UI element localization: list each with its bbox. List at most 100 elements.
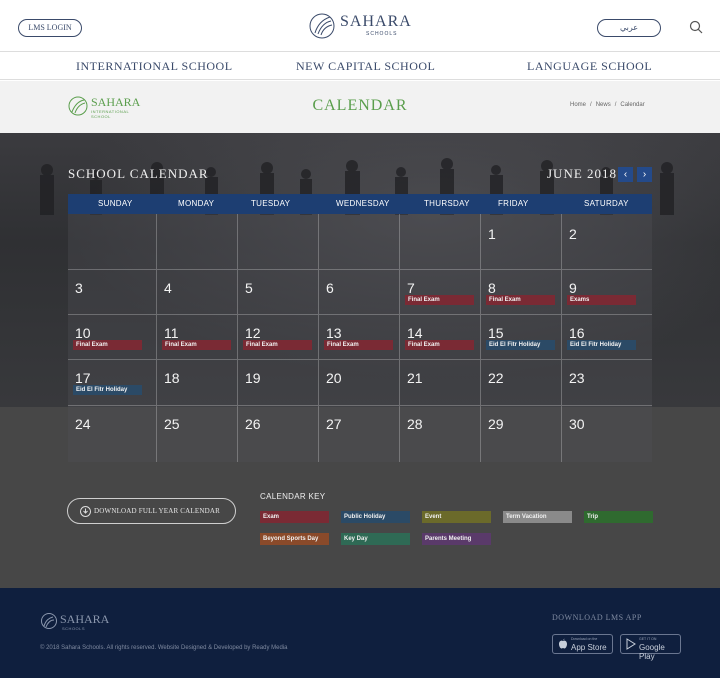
- calendar-day-cell[interactable]: 8 Final Exam: [481, 270, 562, 315]
- day-number: 19: [245, 370, 261, 386]
- calendar-day-cell[interactable]: 12 Final Exam: [238, 315, 319, 360]
- arabic-language-button[interactable]: عربي: [597, 19, 661, 37]
- calendar-day-cell[interactable]: 14 Final Exam: [400, 315, 481, 360]
- calendar-day-cell[interactable]: 21: [400, 360, 481, 406]
- weekday-sunday: SUNDAY: [98, 199, 133, 208]
- footer: SAHARA SCHOOLS © 2018 Sahara Schools. Al…: [0, 588, 720, 678]
- download-icon: [80, 506, 91, 517]
- calendar-day-cell[interactable]: 23: [562, 360, 652, 406]
- calendar-day-cell[interactable]: 13 Final Exam: [319, 315, 400, 360]
- calendar-day-cell[interactable]: 5: [238, 270, 319, 315]
- calendar-day-cell: [157, 214, 238, 270]
- calendar-day-cell[interactable]: 16 Eid El Fitr Holiday: [562, 315, 652, 360]
- top-header: LMS LOGIN SAHARA SCHOOLS عربي: [0, 0, 720, 52]
- calendar-day-cell[interactable]: 20: [319, 360, 400, 406]
- calendar-day-cell[interactable]: 22: [481, 360, 562, 406]
- exam-event[interactable]: Final Exam: [73, 340, 142, 350]
- day-number: 18: [164, 370, 180, 386]
- google-play-label: Google Play: [639, 643, 665, 661]
- day-number: 10: [75, 325, 91, 341]
- weekday-tuesday: TUESDAY: [251, 199, 291, 208]
- calendar-day-cell[interactable]: 6: [319, 270, 400, 315]
- nav-item-international-school[interactable]: INTERNATIONAL SCHOOL: [76, 59, 233, 74]
- download-full-year-calendar-button[interactable]: DOWNLOAD FULL YEAR CALENDAR: [67, 498, 236, 524]
- calendar-key-item: Key Day: [341, 533, 410, 545]
- nav-item-new-capital-school[interactable]: NEW CAPITAL SCHOOL: [296, 59, 435, 74]
- calendar-day-cell[interactable]: 15 Eid El Fitr Holiday: [481, 315, 562, 360]
- footer-logo-word: SAHARA: [60, 612, 110, 626]
- day-number: 9: [569, 280, 577, 296]
- search-icon[interactable]: [689, 20, 703, 34]
- calendar-grid: 1 2 3 4 5 6 7 Final Exam 8 Final Exam 9 Exams 10 Fina…: [68, 214, 652, 462]
- public-holiday-event[interactable]: Eid El Fitr Holiday: [567, 340, 636, 350]
- calendar-day-cell: [400, 214, 481, 270]
- day-number: 8: [488, 280, 496, 296]
- calendar-day-cell[interactable]: 26: [238, 406, 319, 462]
- lms-login-button[interactable]: LMS LOGIN: [18, 19, 82, 37]
- logo-sub: SCHOOLS: [366, 31, 398, 37]
- day-number: 4: [164, 280, 172, 296]
- exam-event[interactable]: Final Exam: [324, 340, 393, 350]
- calendar-key-heading: CALENDAR KEY: [260, 492, 326, 501]
- exam-event[interactable]: Final Exam: [405, 295, 474, 305]
- exam-event[interactable]: Final Exam: [405, 340, 474, 350]
- footer-logo[interactable]: SAHARA SCHOOLS: [40, 612, 120, 634]
- weekday-header: SUNDAY MONDAY TUESDAY WEDNESDAY THURSDAY…: [68, 194, 652, 214]
- prev-month-button[interactable]: ‹: [618, 167, 633, 182]
- day-number: 17: [75, 370, 91, 386]
- footer-logo-sub: SCHOOLS: [62, 626, 86, 631]
- calendar-day-cell[interactable]: 18: [157, 360, 238, 406]
- calendar-day-cell[interactable]: 24: [68, 406, 157, 462]
- google-play-badge[interactable]: GET IT ON Google Play: [620, 634, 681, 661]
- download-button-label: DOWNLOAD FULL YEAR CALENDAR: [94, 507, 221, 515]
- calendar-day-cell[interactable]: 2: [562, 214, 652, 270]
- day-number: 29: [488, 416, 504, 432]
- exam-event[interactable]: Final Exam: [243, 340, 312, 350]
- calendar-day-cell[interactable]: 25: [157, 406, 238, 462]
- calendar-key-item: Trip: [584, 511, 653, 523]
- next-month-button[interactable]: ›: [637, 167, 652, 182]
- calendar-day-cell: [238, 214, 319, 270]
- calendar-day-cell[interactable]: 10 Final Exam: [68, 315, 157, 360]
- nav-item-language-school[interactable]: LANGUAGE SCHOOL: [527, 59, 652, 74]
- calendar-day-cell[interactable]: 29: [481, 406, 562, 462]
- day-number: 1: [488, 226, 496, 242]
- public-holiday-event[interactable]: Eid El Fitr Holiday: [486, 340, 555, 350]
- calendar-day-cell[interactable]: 27: [319, 406, 400, 462]
- exam-event[interactable]: Final Exam: [162, 340, 231, 350]
- page-title-band: SAHARA INTERNATIONAL SCHOOL CALENDAR Hom…: [0, 81, 720, 133]
- exam-event[interactable]: Final Exam: [486, 295, 555, 305]
- calendar-day-cell[interactable]: 4: [157, 270, 238, 315]
- footer-logo-icon: [41, 613, 57, 629]
- calendar-day-cell[interactable]: 1: [481, 214, 562, 270]
- calendar-day-cell[interactable]: 11 Final Exam: [157, 315, 238, 360]
- calendar-day-cell[interactable]: 17 Eid El Fitr Holiday: [68, 360, 157, 406]
- copyright-text: © 2018 Sahara Schools. All rights reserv…: [40, 645, 288, 651]
- day-number: 5: [245, 280, 253, 296]
- breadcrumb-separator: /: [590, 102, 592, 108]
- calendar-day-cell[interactable]: 9 Exams: [562, 270, 652, 315]
- breadcrumb-home[interactable]: Home: [570, 102, 586, 108]
- school-nav: INTERNATIONAL SCHOOL NEW CAPITAL SCHOOL …: [0, 52, 720, 80]
- day-number: 2: [569, 226, 577, 242]
- calendar-day-cell[interactable]: 3: [68, 270, 157, 315]
- google-play-small-text: GET IT ON: [639, 637, 657, 641]
- app-store-badge[interactable]: Download on the App Store: [552, 634, 613, 654]
- logo-word: SAHARA: [340, 13, 412, 30]
- calendar-day-cell[interactable]: 19: [238, 360, 319, 406]
- public-holiday-event[interactable]: Eid El Fitr Holiday: [73, 385, 142, 395]
- logo-mark-icon: [309, 13, 335, 39]
- day-number: 24: [75, 416, 91, 432]
- day-number: 14: [407, 325, 423, 341]
- calendar-day-cell[interactable]: 7 Final Exam: [400, 270, 481, 315]
- day-number: 20: [326, 370, 342, 386]
- breadcrumb-news[interactable]: News: [596, 102, 611, 108]
- breadcrumb: Home / News / Calendar: [568, 102, 647, 108]
- calendar-day-cell[interactable]: 30: [562, 406, 652, 462]
- day-number: 23: [569, 370, 585, 386]
- exam-event[interactable]: Exams: [567, 295, 636, 305]
- breadcrumb-calendar: Calendar: [620, 102, 645, 108]
- day-number: 7: [407, 280, 415, 296]
- calendar-day-cell[interactable]: 28: [400, 406, 481, 462]
- sahara-logo[interactable]: SAHARA SCHOOLS: [308, 11, 414, 41]
